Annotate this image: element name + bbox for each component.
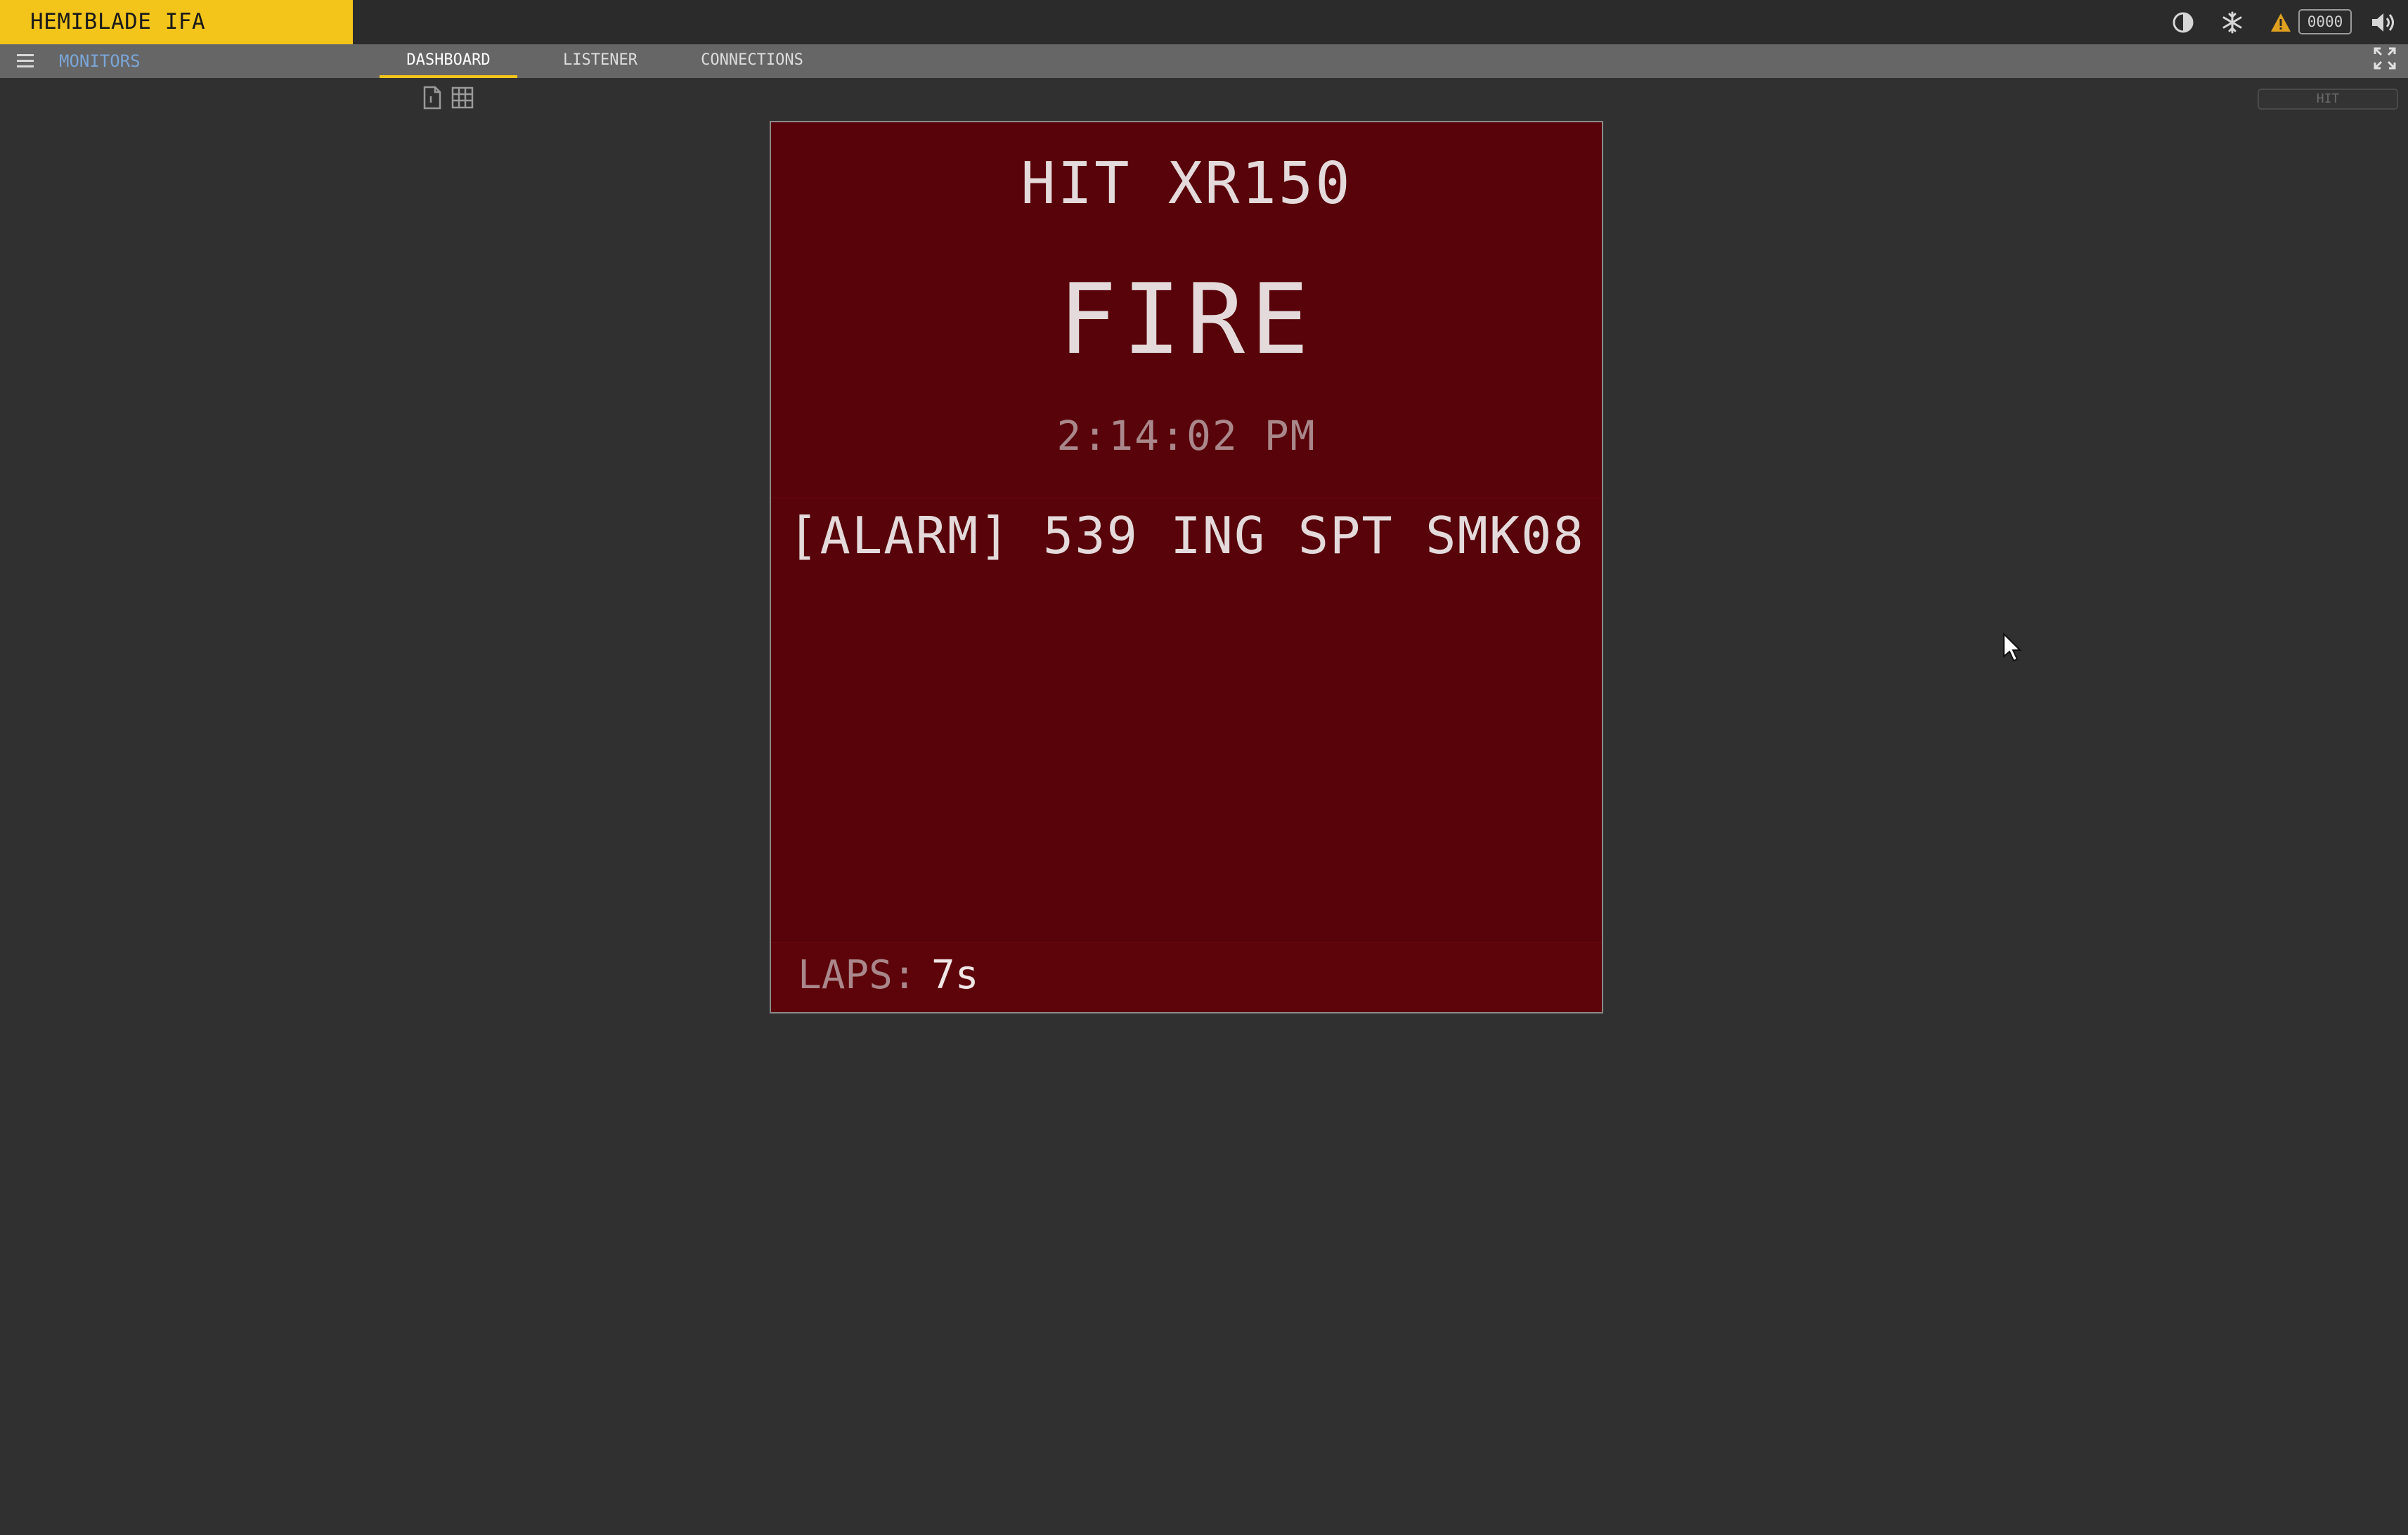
warning-icon[interactable] [2267,0,2294,44]
alarm-counter: 0000 [2298,9,2352,34]
alarm-time: 2:14:02 PM [1056,412,1316,460]
monitors-link[interactable]: MONITORS [59,44,141,78]
nav-bar: MONITORS DASHBOARD LISTENER CONNECTIONS [0,44,2408,78]
mouse-cursor-icon [2002,632,2023,663]
tab-connections[interactable]: CONNECTIONS [683,44,821,78]
fullscreen-icon[interactable] [2373,46,2397,70]
speaker-icon[interactable] [2369,0,2400,44]
tab-listener[interactable]: LISTENER [545,44,655,78]
grid-view-icon[interactable] [451,86,474,110]
laps-label: LAPS: [798,952,917,998]
tab-dashboard[interactable]: DASHBOARD [380,44,517,78]
alarm-status: FIRE [1058,263,1315,376]
contrast-icon[interactable] [2169,0,2197,44]
hamburger-menu-icon[interactable] [14,53,37,70]
alarm-message: [ALARM] 539 ING SPT SMK08 [788,506,1585,565]
snowflake-icon[interactable] [2218,0,2246,44]
top-bar: HEMIBLADE IFA 0000 [0,0,2408,44]
alarm-card[interactable]: HIT XR150 FIRE 2:14:02 PM [ALARM] 539 IN… [770,121,1603,1013]
hit-filter-input[interactable]: HIT [2258,89,2398,110]
single-view-icon[interactable] [422,86,443,110]
app-brand: HEMIBLADE IFA [0,0,353,44]
device-name: HIT XR150 [1021,150,1352,217]
laps-value: 7s [931,952,979,998]
card-footer: LAPS: 7s [771,942,1602,1012]
